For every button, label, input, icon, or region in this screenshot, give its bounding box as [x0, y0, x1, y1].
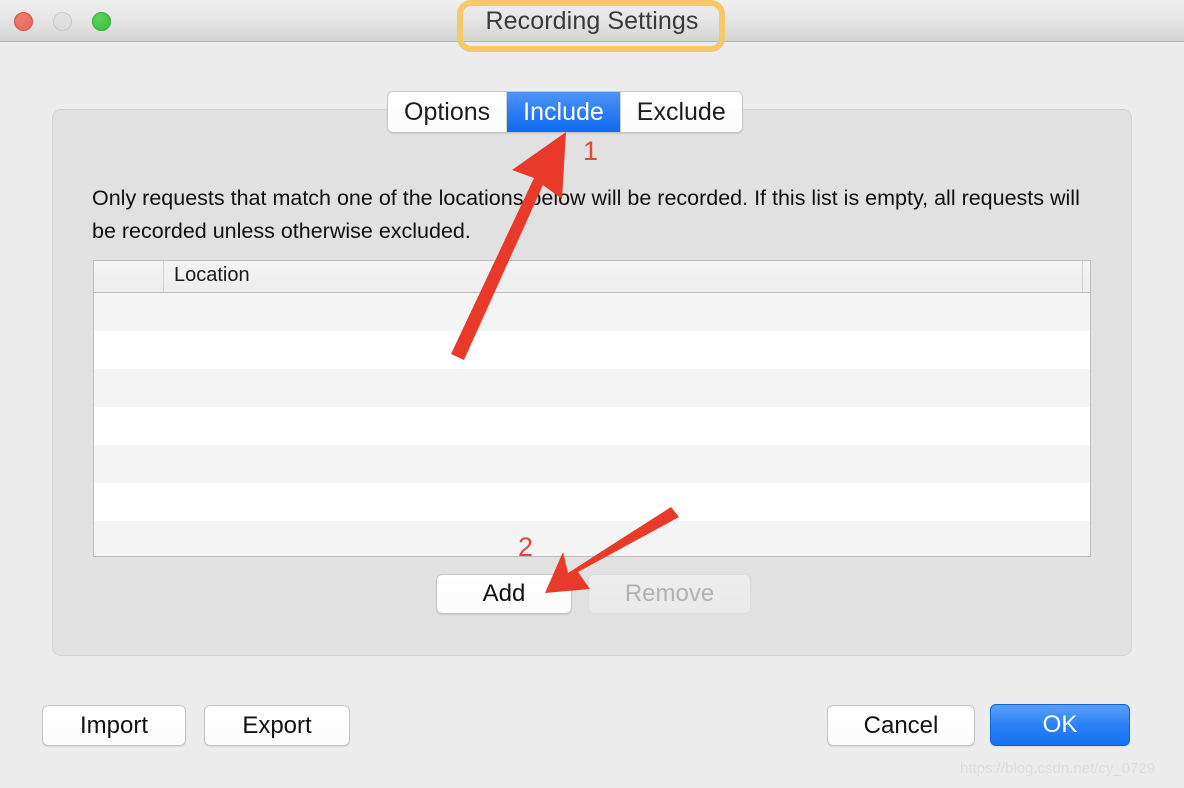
table-header-divider	[1082, 261, 1083, 292]
table-column-header-location[interactable]: Location	[174, 264, 250, 287]
cancel-button[interactable]: Cancel	[827, 705, 975, 746]
table-body	[94, 293, 1090, 556]
window-titlebar: Recording Settings	[0, 0, 1184, 52]
ok-button[interactable]: OK	[990, 704, 1130, 746]
table-row[interactable]	[94, 521, 1090, 556]
locations-table[interactable]: Location	[93, 260, 1091, 557]
panel-description: Only requests that match one of the loca…	[92, 186, 1080, 243]
table-row[interactable]	[94, 331, 1090, 369]
title-highlight-annotation	[457, 0, 725, 52]
table-row[interactable]	[94, 293, 1090, 331]
add-button[interactable]: Add	[436, 574, 572, 614]
watermark: https://blog.csdn.net/cy_0729	[960, 760, 1156, 777]
tab-include[interactable]: Include	[507, 92, 621, 132]
table-row[interactable]	[94, 445, 1090, 483]
table-row[interactable]	[94, 483, 1090, 521]
annotation-number-2: 2	[518, 532, 534, 562]
table-column-gutter	[94, 261, 164, 292]
table-header-row: Location	[94, 261, 1090, 293]
import-button[interactable]: Import	[42, 705, 186, 746]
export-button[interactable]: Export	[204, 705, 350, 746]
tab-exclude[interactable]: Exclude	[620, 92, 742, 132]
table-row[interactable]	[94, 407, 1090, 445]
settings-tab-bar[interactable]: Options Include Exclude	[387, 91, 743, 133]
tab-options[interactable]: Options	[388, 92, 508, 132]
table-row[interactable]	[94, 369, 1090, 407]
annotation-number-1: 1	[583, 136, 599, 166]
recording-settings-window: Recording Settings Options Include Exclu…	[0, 0, 1184, 788]
remove-button: Remove	[588, 574, 751, 614]
